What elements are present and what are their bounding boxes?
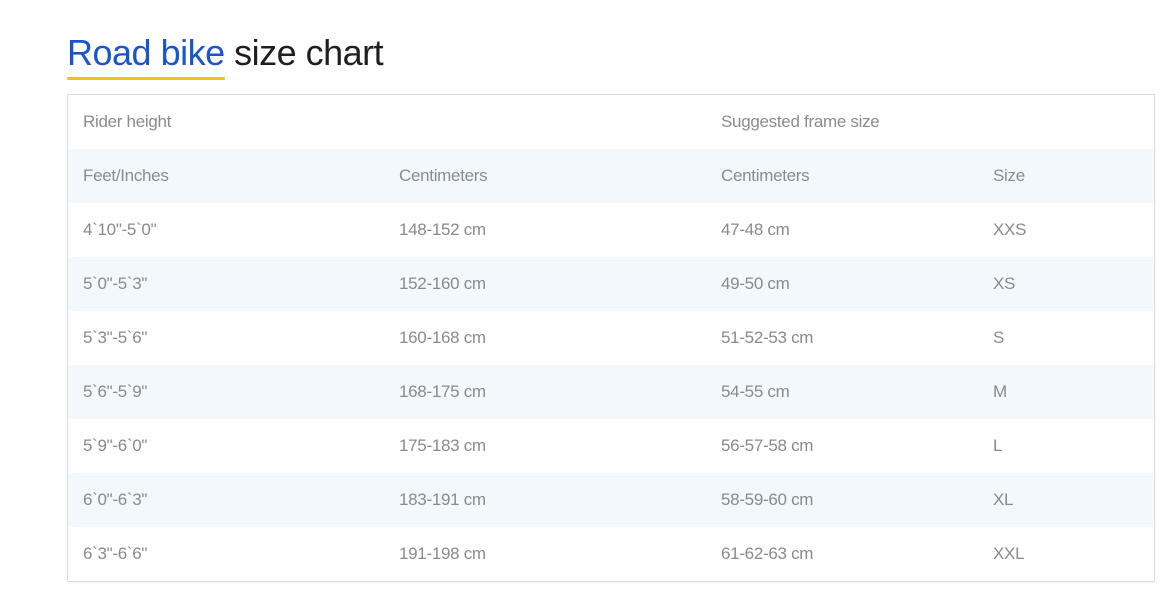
size-table: Rider height Suggested frame size Feet/I… — [68, 95, 1154, 581]
column-header-feet-inches: Feet/Inches — [68, 149, 384, 203]
cell-frame-cm: 56-57-58 cm — [706, 419, 979, 473]
column-header-frame-cm: Centimeters — [706, 149, 979, 203]
cell-height-cm: 152-160 cm — [384, 257, 707, 311]
cell-feet-inches: 5`3"-5`6" — [68, 311, 384, 365]
cell-feet-inches: 6`0"-6`3" — [68, 473, 384, 527]
cell-height-cm: 148-152 cm — [384, 203, 707, 257]
column-header-size: Size — [978, 149, 1154, 203]
group-header-frame-size: Suggested frame size — [706, 95, 1154, 149]
cell-height-cm: 175-183 cm — [384, 419, 707, 473]
table-row: 5`0"-5`3" 152-160 cm 49-50 cm XS — [68, 257, 1154, 311]
page-title: Road bike size chart — [67, 30, 384, 80]
cell-feet-inches: 5`0"-5`3" — [68, 257, 384, 311]
group-header-rider-height: Rider height — [68, 95, 707, 149]
cell-size: M — [978, 365, 1154, 419]
column-header-height-cm: Centimeters — [384, 149, 707, 203]
table-row: 5`9"-6`0" 175-183 cm 56-57-58 cm L — [68, 419, 1154, 473]
cell-size: XXS — [978, 203, 1154, 257]
cell-size: S — [978, 311, 1154, 365]
cell-feet-inches: 4`10"-5`0" — [68, 203, 384, 257]
cell-frame-cm: 47-48 cm — [706, 203, 979, 257]
cell-frame-cm: 61-62-63 cm — [706, 527, 979, 581]
title-accent: Road bike — [67, 30, 225, 80]
table-row: 4`10"-5`0" 148-152 cm 47-48 cm XXS — [68, 203, 1154, 257]
cell-frame-cm: 51-52-53 cm — [706, 311, 979, 365]
cell-size: XL — [978, 473, 1154, 527]
column-header-row: Feet/Inches Centimeters Centimeters Size — [68, 149, 1154, 203]
cell-feet-inches: 5`9"-6`0" — [68, 419, 384, 473]
cell-feet-inches: 6`3"-6`6" — [68, 527, 384, 581]
table-row: 6`3"-6`6" 191-198 cm 61-62-63 cm XXL — [68, 527, 1154, 581]
size-chart-table: Rider height Suggested frame size Feet/I… — [67, 94, 1155, 582]
cell-size: XS — [978, 257, 1154, 311]
cell-size: L — [978, 419, 1154, 473]
cell-frame-cm: 58-59-60 cm — [706, 473, 979, 527]
cell-height-cm: 183-191 cm — [384, 473, 707, 527]
table-row: 5`6"-5`9" 168-175 cm 54-55 cm M — [68, 365, 1154, 419]
cell-height-cm: 160-168 cm — [384, 311, 707, 365]
group-header-row: Rider height Suggested frame size — [68, 95, 1154, 149]
table-row: 6`0"-6`3" 183-191 cm 58-59-60 cm XL — [68, 473, 1154, 527]
table-row: 5`3"-5`6" 160-168 cm 51-52-53 cm S — [68, 311, 1154, 365]
cell-frame-cm: 49-50 cm — [706, 257, 979, 311]
cell-feet-inches: 5`6"-5`9" — [68, 365, 384, 419]
cell-size: XXL — [978, 527, 1154, 581]
cell-height-cm: 168-175 cm — [384, 365, 707, 419]
cell-height-cm: 191-198 cm — [384, 527, 707, 581]
title-rest: size chart — [224, 32, 384, 73]
cell-frame-cm: 54-55 cm — [706, 365, 979, 419]
